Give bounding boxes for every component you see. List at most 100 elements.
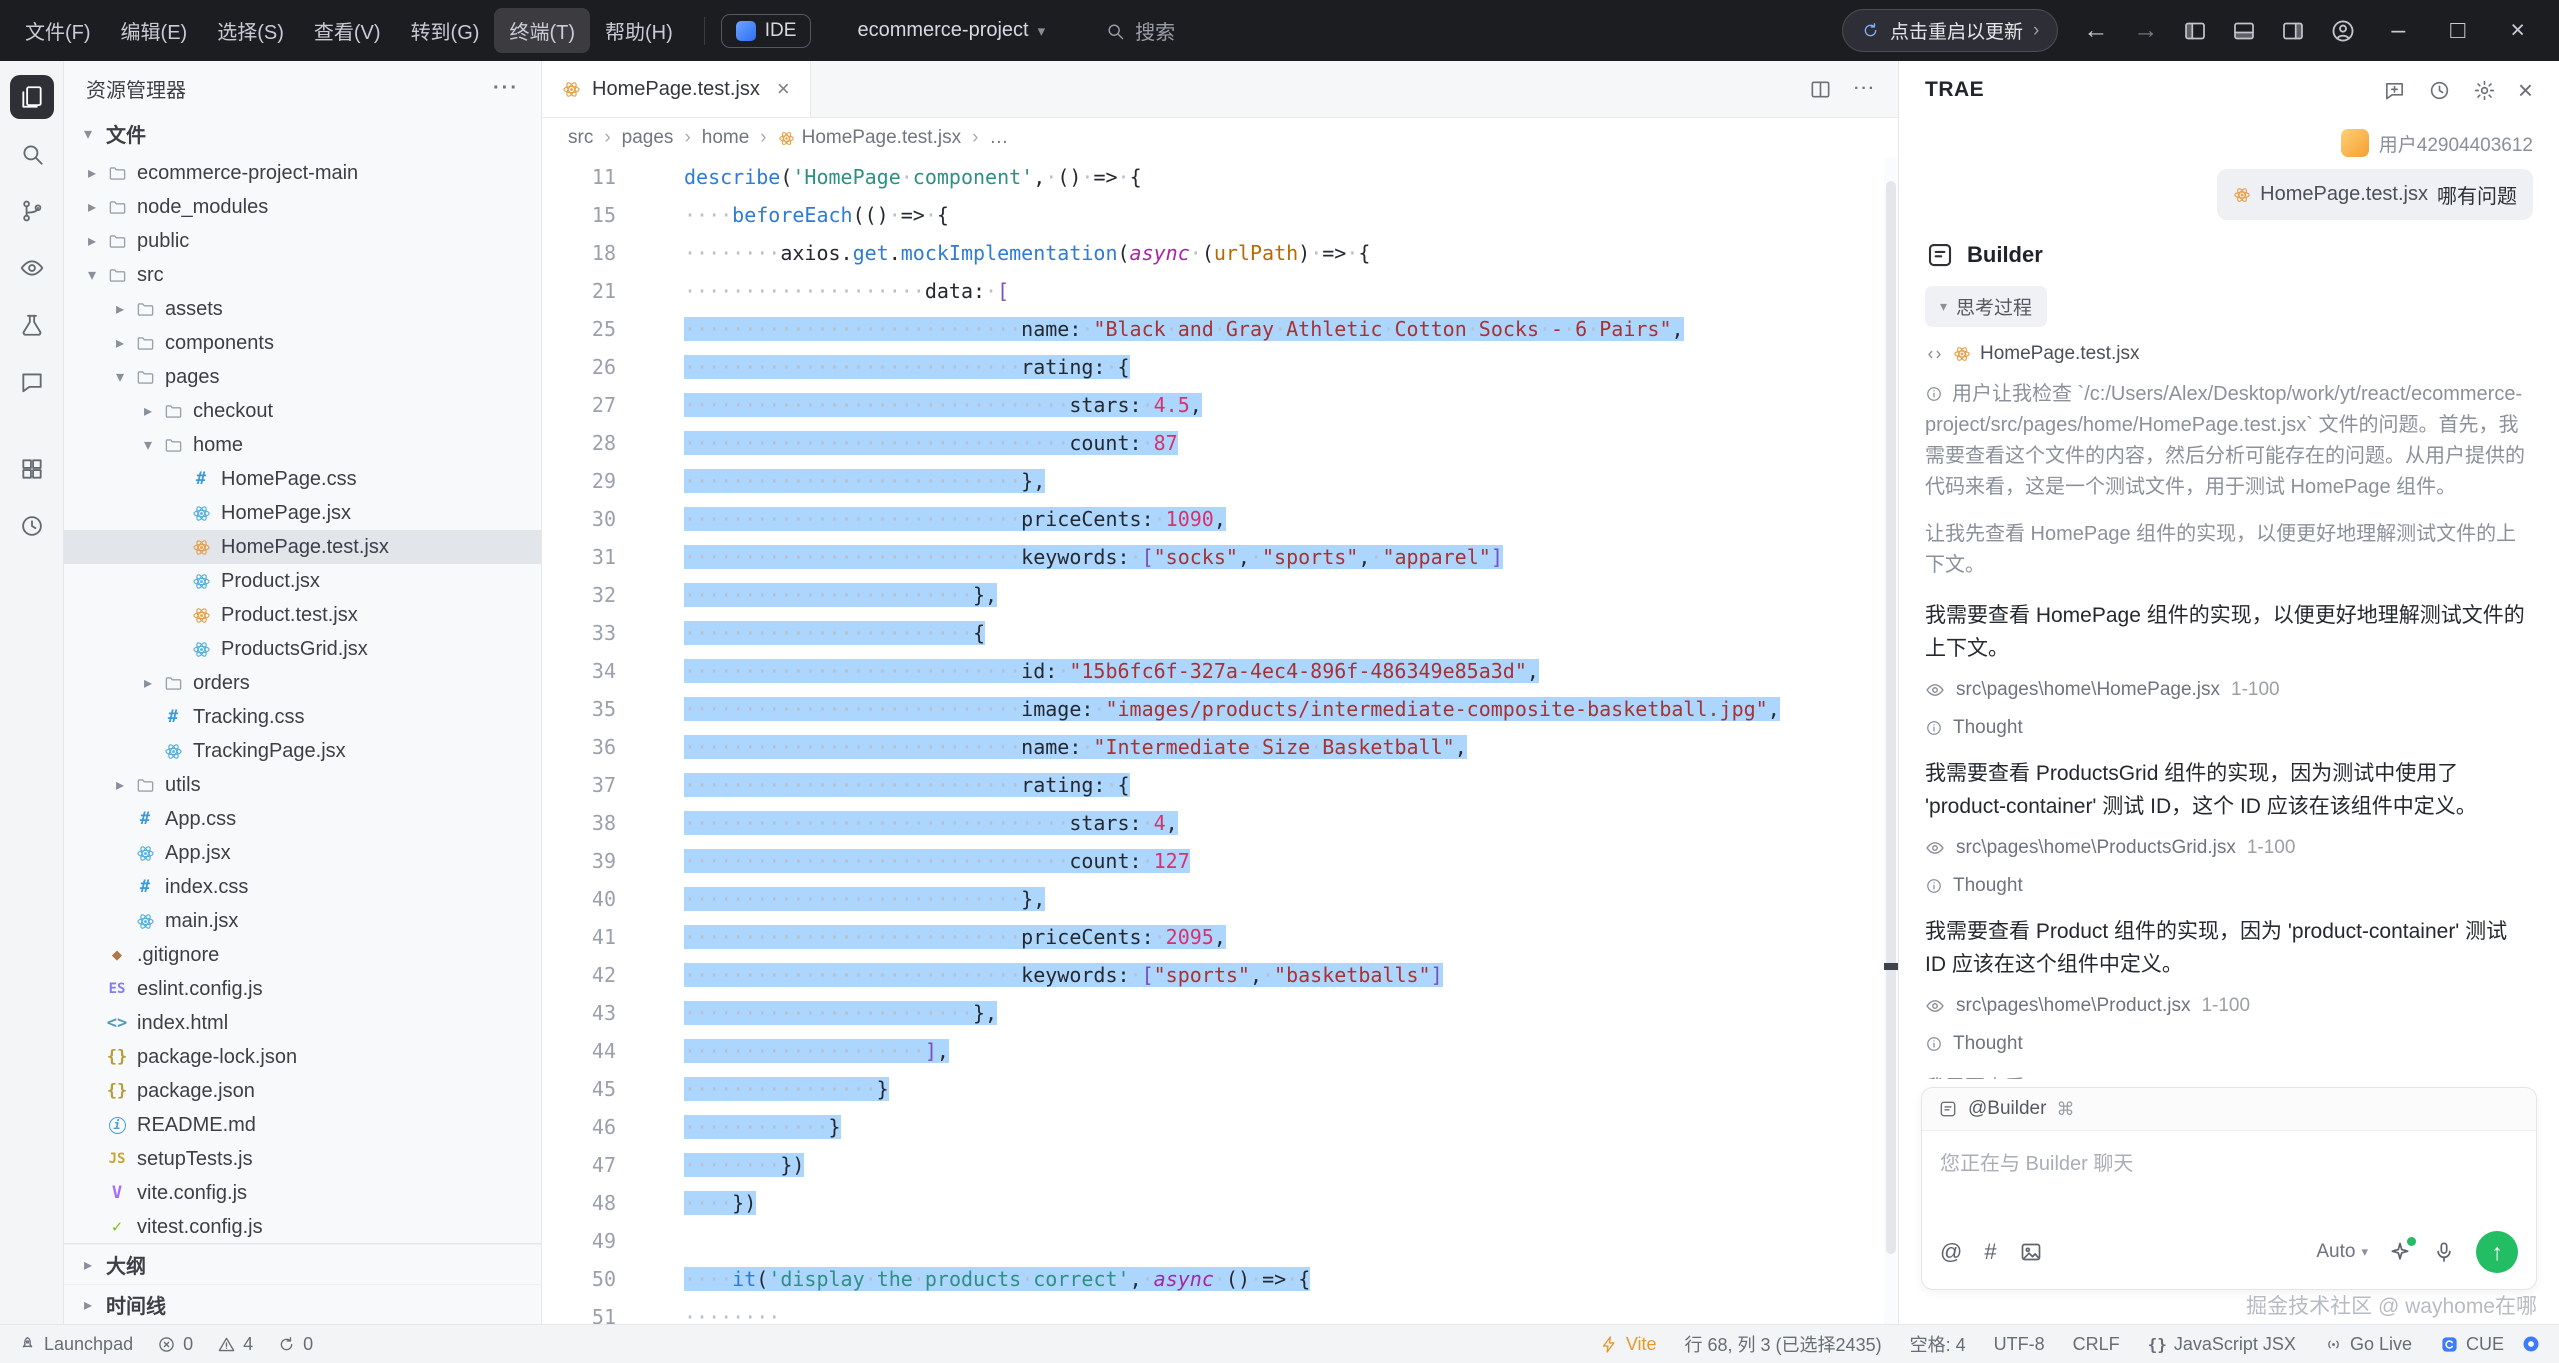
nav-forward-button[interactable]: → <box>2133 16 2158 45</box>
activity-source-control-icon[interactable] <box>10 189 54 233</box>
tree-folder-public[interactable]: ▸public <box>64 224 541 258</box>
tree-file-setupTests.js[interactable]: JSsetupTests.js <box>64 1142 541 1176</box>
activity-extensions-icon[interactable] <box>10 447 54 491</box>
code-line[interactable] <box>646 1222 1898 1260</box>
tree-file-package-lock.json[interactable]: {}package-lock.json <box>64 1040 541 1074</box>
status-eol[interactable]: CRLF <box>2073 1334 2120 1355</box>
code-line[interactable]: ····beforeEach(()·=>·{ <box>646 196 1898 234</box>
tree-folder-utils[interactable]: ▸utils <box>64 768 541 802</box>
tab-close-icon[interactable]: × <box>777 76 790 102</box>
tree-file-Tracking.css[interactable]: #Tracking.css <box>64 700 541 734</box>
activity-explorer-icon[interactable] <box>10 75 54 119</box>
line-number[interactable]: 48 <box>542 1184 646 1222</box>
files-section-header[interactable]: ▾ 文件 <box>64 115 541 156</box>
thinking-process-pill[interactable]: ▾思考过程 <box>1925 286 2047 327</box>
attach-image-button[interactable] <box>2019 1240 2043 1264</box>
breadcrumb-item[interactable]: … <box>989 127 1008 149</box>
code-line[interactable]: ························}, <box>646 576 1898 614</box>
status-golive[interactable]: Go Live <box>2324 1334 2412 1355</box>
code-line[interactable]: ································stars:·4… <box>646 804 1898 842</box>
ide-badge[interactable]: IDE <box>721 14 812 48</box>
tree-folder-orders[interactable]: ▸orders <box>64 666 541 700</box>
line-number[interactable]: 39 <box>542 842 646 880</box>
code-line[interactable]: ····························id:·"15b6fc6… <box>646 652 1898 690</box>
line-number[interactable]: 29 <box>542 462 646 500</box>
tree-file-ProductsGrid.jsx[interactable]: ProductsGrid.jsx <box>64 632 541 666</box>
breadcrumb-item[interactable]: HomePage.test.jsx <box>778 127 961 149</box>
tree-file-HomePage.jsx[interactable]: HomePage.jsx <box>64 496 541 530</box>
tree-file-App.css[interactable]: #App.css <box>64 802 541 836</box>
code-line[interactable]: ····························}, <box>646 462 1898 500</box>
restart-update-button[interactable]: 点击重启以更新 › <box>1842 9 2058 52</box>
tree-file-eslint.config.js[interactable]: ESeslint.config.js <box>64 972 541 1006</box>
line-number[interactable]: 35 <box>542 690 646 728</box>
code-line[interactable]: ····························}, <box>646 880 1898 918</box>
tree-file-package.json[interactable]: {}package.json <box>64 1074 541 1108</box>
chat-block-usermsg[interactable]: HomePage.test.jsx哪有问题 <box>1925 169 2533 220</box>
line-number[interactable]: 46 <box>542 1108 646 1146</box>
menu-edit[interactable]: 编辑(E) <box>106 8 203 53</box>
status-errors[interactable]: 0 <box>157 1334 193 1355</box>
status-vite[interactable]: Vite <box>1600 1334 1657 1355</box>
toggle-panel-icon[interactable] <box>2232 19 2256 43</box>
chat-block-thought[interactable]: Thought <box>1925 717 2533 739</box>
line-number[interactable]: 31 <box>542 538 646 576</box>
status-language[interactable]: {}JavaScript JSX <box>2148 1334 2296 1355</box>
maximize-button[interactable]: □ <box>2440 16 2475 45</box>
line-number[interactable]: 18 <box>542 234 646 272</box>
code-line[interactable]: ········ <box>646 1298 1898 1324</box>
activity-history-icon[interactable] <box>10 504 54 548</box>
line-number[interactable]: 25 <box>542 310 646 348</box>
code-line[interactable]: ····················data:·[ <box>646 272 1898 310</box>
global-search[interactable]: 搜索 <box>1105 16 1175 45</box>
tag-button[interactable]: # <box>1984 1239 1996 1265</box>
line-number[interactable]: 30 <box>542 500 646 538</box>
line-number[interactable]: 41 <box>542 918 646 956</box>
line-number[interactable]: 15 <box>542 196 646 234</box>
account-icon[interactable] <box>2330 18 2356 44</box>
code-line[interactable]: ····························name:·"Black… <box>646 310 1898 348</box>
status-encoding[interactable]: UTF-8 <box>1994 1334 2045 1355</box>
code-line[interactable]: ····························priceCents:·… <box>646 918 1898 956</box>
line-number[interactable]: 36 <box>542 728 646 766</box>
line-number[interactable]: 26 <box>542 348 646 386</box>
tree-folder-ecommerce-project-main[interactable]: ▸ecommerce-project-main <box>64 156 541 190</box>
chat-settings-icon[interactable] <box>2473 79 2496 102</box>
line-number[interactable]: 33 <box>542 614 646 652</box>
tree-folder-pages[interactable]: ▾pages <box>64 360 541 394</box>
tree-folder-home[interactable]: ▾home <box>64 428 541 462</box>
tree-file-vitest.config.js[interactable]: ✓vitest.config.js <box>64 1210 541 1243</box>
chat-block-thought[interactable]: Thought <box>1925 875 2533 897</box>
tree-folder-node_modules[interactable]: ▸node_modules <box>64 190 541 224</box>
tree-file-Product.jsx[interactable]: Product.jsx <box>64 564 541 598</box>
status-indent[interactable]: 空格: 4 <box>1910 1331 1966 1357</box>
code-line[interactable]: ························{ <box>646 614 1898 652</box>
context-chip-row[interactable]: @Builder ⌘ <box>1922 1088 2536 1131</box>
chat-new-chat-icon[interactable] <box>2383 79 2406 102</box>
code-line[interactable]: ································stars:·4… <box>646 386 1898 424</box>
status-cursor[interactable]: 行 68, 列 3 (已选择2435) <box>1685 1331 1882 1357</box>
line-number[interactable]: 49 <box>542 1222 646 1260</box>
code-line[interactable]: ································count:·1… <box>646 842 1898 880</box>
chat-input[interactable]: 您正在与 Builder 聊天 <box>1922 1131 2536 1223</box>
line-number[interactable]: 44 <box>542 1032 646 1070</box>
tree-folder-assets[interactable]: ▸assets <box>64 292 541 326</box>
tree-file-index.html[interactable]: <>index.html <box>64 1006 541 1040</box>
chat-block-resource[interactable]: src\pages\home\ProductsGrid.jsx1-100 <box>1925 837 2533 859</box>
editor-scrollbar[interactable] <box>1884 158 1898 1324</box>
line-number[interactable]: 37 <box>542 766 646 804</box>
chat-block-resource[interactable]: src\pages\home\Product.jsx1-100 <box>1925 995 2533 1017</box>
menu-view[interactable]: 查看(V) <box>299 8 396 53</box>
code-line[interactable]: ····························keywords:·["… <box>646 538 1898 576</box>
menu-terminal[interactable]: 终端(T) <box>494 8 590 53</box>
tab-homepage-test[interactable]: HomePage.test.jsx × <box>542 61 811 117</box>
tree-file-vite.config.js[interactable]: Vvite.config.js <box>64 1176 541 1210</box>
minimize-button[interactable]: – <box>2381 16 2415 45</box>
activity-preview-icon[interactable] <box>10 246 54 290</box>
enhance-button[interactable] <box>2388 1240 2412 1264</box>
send-button[interactable]: ↑ <box>2476 1231 2518 1273</box>
line-number[interactable]: 38 <box>542 804 646 842</box>
line-number[interactable]: 11 <box>542 158 646 196</box>
split-editor-icon[interactable] <box>1809 78 1832 101</box>
line-number[interactable]: 43 <box>542 994 646 1032</box>
